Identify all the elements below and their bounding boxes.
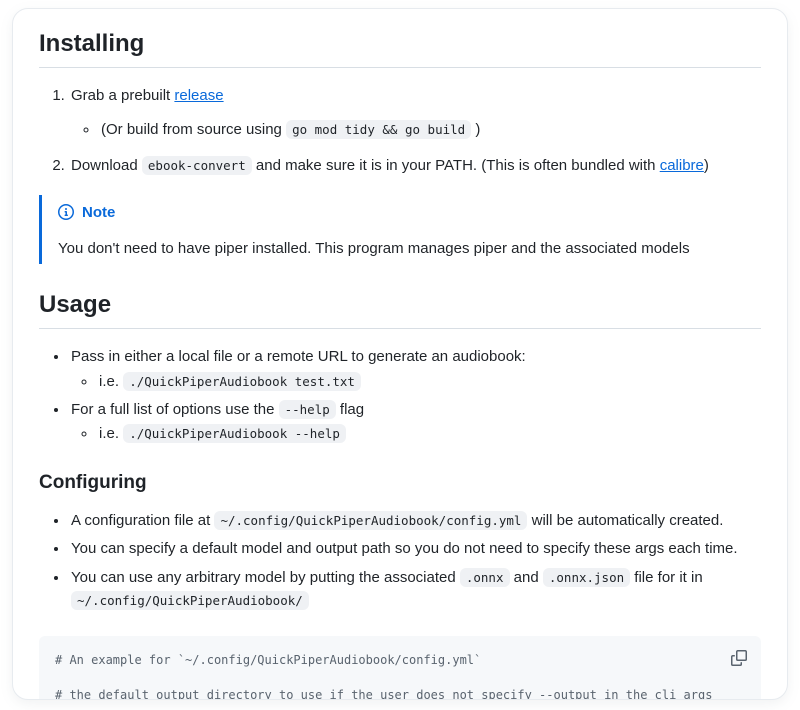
code-comment: # An example for `~/.config/QuickPiperAu… xyxy=(55,653,481,667)
inline-code: .onnx.json xyxy=(543,568,630,587)
code-comment: # the default output directory to use if… xyxy=(55,688,712,700)
inline-code: ~/.config/QuickPiperAudiobook/config.yml xyxy=(214,511,527,530)
step-text: ) xyxy=(704,157,709,174)
list-item: For a full list of options use the --hel… xyxy=(69,398,761,446)
note-label: Note xyxy=(82,201,115,224)
usage-list: Pass in either a local file or a remote … xyxy=(39,345,761,445)
code-blank-line xyxy=(55,669,745,686)
inline-code: .onnx xyxy=(460,568,510,587)
inline-code: ./QuickPiperAudiobook --help xyxy=(123,424,346,443)
note-title: Note xyxy=(58,201,745,224)
readme-card: Installing Grab a prebuilt release (Or b… xyxy=(12,8,788,700)
inline-code: ./QuickPiperAudiobook test.txt xyxy=(123,372,361,391)
list-item: Download ebook-convert and make sure it … xyxy=(69,154,761,177)
list-item: A configuration file at ~/.config/QuickP… xyxy=(69,509,761,532)
bullet-text: You can use any arbitrary model by putti… xyxy=(71,569,460,586)
installing-substeps: (Or build from source using go mod tidy … xyxy=(71,118,761,141)
inline-code: ~/.config/QuickPiperAudiobook/ xyxy=(71,591,309,610)
step-text: (Or build from source using xyxy=(101,121,286,138)
usage-sublist: i.e. ./QuickPiperAudiobook --help xyxy=(71,422,761,445)
usage-sublist: i.e. ./QuickPiperAudiobook test.txt xyxy=(71,370,761,393)
configuring-list: A configuration file at ~/.config/QuickP… xyxy=(39,509,761,612)
list-item: You can specify a default model and outp… xyxy=(69,537,761,560)
step-text: Grab a prebuilt xyxy=(71,87,174,104)
step-text: and make sure it is in your PATH. (This … xyxy=(252,157,660,174)
copy-icon xyxy=(731,650,747,666)
bullet-text: i.e. xyxy=(99,373,123,390)
list-item: Grab a prebuilt release (Or build from s… xyxy=(69,84,761,142)
calibre-link[interactable]: calibre xyxy=(660,157,704,174)
bullet-text: i.e. xyxy=(99,425,123,442)
section-heading-installing: Installing xyxy=(39,29,761,68)
inline-code: go mod tidy && go build xyxy=(286,120,471,139)
step-text: ) xyxy=(471,121,480,138)
inline-code: --help xyxy=(279,400,336,419)
list-item: i.e. ./QuickPiperAudiobook test.txt xyxy=(97,370,761,393)
note-callout: Note You don't need to have piper instal… xyxy=(39,195,761,265)
release-link[interactable]: release xyxy=(174,87,223,104)
code-block: # An example for `~/.config/QuickPiperAu… xyxy=(39,636,761,700)
bullet-text: flag xyxy=(336,401,364,418)
installing-steps: Grab a prebuilt release (Or build from s… xyxy=(39,84,761,177)
bullet-text: will be automatically created. xyxy=(527,512,723,529)
info-icon xyxy=(58,204,74,220)
note-text: You don't need to have piper installed. … xyxy=(58,237,745,260)
list-item: (Or build from source using go mod tidy … xyxy=(99,118,761,141)
list-item: i.e. ./QuickPiperAudiobook --help xyxy=(97,422,761,445)
list-item: You can use any arbitrary model by putti… xyxy=(69,566,761,613)
copy-button[interactable] xyxy=(724,643,754,673)
step-text: Download xyxy=(71,157,142,174)
bullet-text: For a full list of options use the xyxy=(71,401,279,418)
bullet-text: file for it in xyxy=(630,569,703,586)
bullet-text: A configuration file at xyxy=(71,512,214,529)
yaml-example: # An example for `~/.config/QuickPiperAu… xyxy=(39,636,761,700)
section-heading-usage: Usage xyxy=(39,290,761,329)
section-heading-configuring: Configuring xyxy=(39,471,761,495)
list-item: Pass in either a local file or a remote … xyxy=(69,345,761,393)
bullet-text: Pass in either a local file or a remote … xyxy=(71,348,526,365)
bullet-text: and xyxy=(510,569,543,586)
inline-code: ebook-convert xyxy=(142,156,252,175)
bullet-text: You can specify a default model and outp… xyxy=(71,540,738,557)
